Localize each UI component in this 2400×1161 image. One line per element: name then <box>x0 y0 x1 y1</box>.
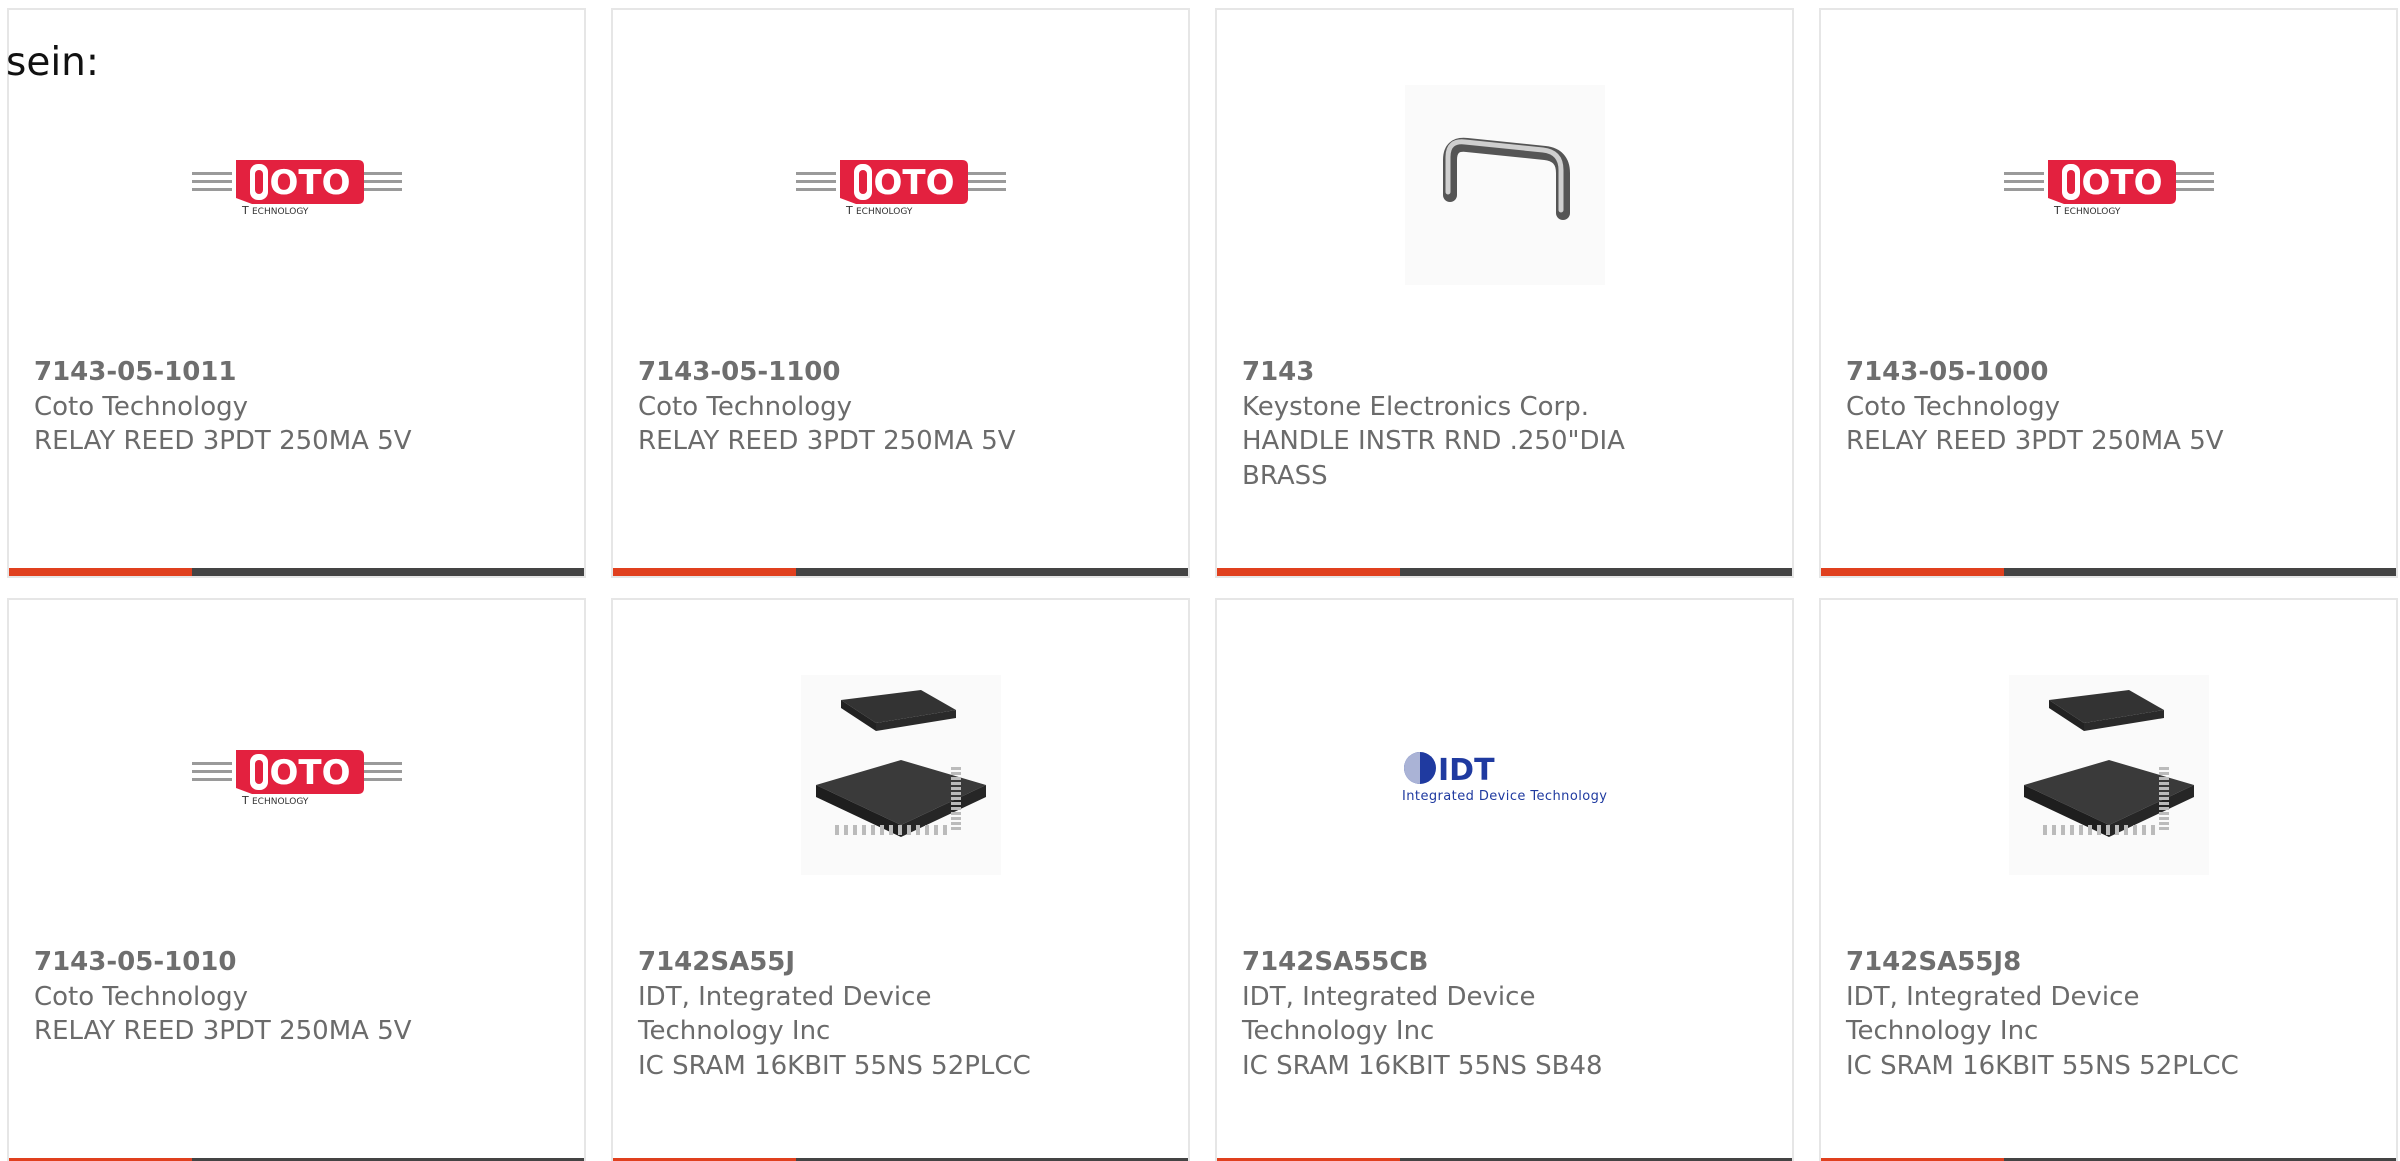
plcc-chip-photo <box>2008 675 2209 875</box>
description: RELAY REED 3PDT 250MA 5V <box>1846 426 2224 456</box>
product-info: 7143-05-1011 Coto Technology RELAY REED … <box>34 355 454 459</box>
product-info: 7142SA55CB IDT, Integrated Device Techno… <box>1242 945 1662 1083</box>
description: HANDLE INSTR RND .250"DIA BRASS <box>1242 426 1625 491</box>
part-number[interactable]: 7143-05-1100 <box>638 355 1058 390</box>
product-card[interactable]: OTO T ECHNOLOGY 7143-05-1100 Coto Techno… <box>611 8 1190 578</box>
description: IC SRAM 16KBIT 55NS 52PLCC <box>1846 1050 2239 1081</box>
part-number[interactable]: 7142SA55J8 <box>1846 945 2266 980</box>
part-number[interactable]: 7142SA55CB <box>1242 945 1662 980</box>
description: IC SRAM 16KBIT 55NS SB48 <box>1242 1050 1603 1081</box>
product-info: 7143-05-1000 Coto Technology RELAY REED … <box>1846 355 2266 459</box>
manufacturer: Keystone Electronics Corp. <box>1242 391 1590 422</box>
svg-text:OTO: OTO <box>2081 163 2162 203</box>
product-image <box>613 665 1188 885</box>
product-image: OTO T ECHNOLOGY <box>9 665 584 885</box>
product-card[interactable]: IDT Integrated Device Technology 7142SA5… <box>1215 598 1794 1161</box>
manufacturer: Coto Technology <box>34 981 249 1012</box>
product-info: 7142SA55J IDT, Integrated Device Technol… <box>638 945 1058 1083</box>
manufacturer: Coto Technology <box>638 391 853 422</box>
product-card[interactable]: 7143 Keystone Electronics Corp. HANDLE I… <box>1215 8 1794 578</box>
instrument-handle-photo <box>1404 85 1605 285</box>
product-info: 7143 Keystone Electronics Corp. HANDLE I… <box>1242 355 1662 493</box>
description: RELAY REED 3PDT 250MA 5V <box>34 1016 412 1046</box>
coto-technology-logo: OTO T ECHNOLOGY <box>795 150 1006 220</box>
product-card[interactable]: 7142SA55J8 IDT, Integrated Device Techno… <box>1819 598 2398 1161</box>
svg-text:T: T <box>241 794 249 807</box>
product-card[interactable]: OTO T ECHNOLOGY 7143-05-1000 Coto Techno… <box>1819 8 2398 578</box>
description: RELAY REED 3PDT 250MA 5V <box>638 426 1016 456</box>
card-footer-bar <box>1217 568 1792 576</box>
product-image: OTO T ECHNOLOGY <box>1821 75 2396 295</box>
manufacturer: Coto Technology <box>1846 391 2061 422</box>
svg-text:ECHNOLOGY: ECHNOLOGY <box>252 207 309 217</box>
coto-technology-logo: OTO T ECHNOLOGY <box>191 150 402 220</box>
product-info: 7142SA55J8 IDT, Integrated Device Techno… <box>1846 945 2266 1083</box>
card-footer-bar <box>1821 568 2396 576</box>
product-card[interactable]: OTO T ECHNOLOGY 7143-05-1010 Coto Techno… <box>7 598 586 1161</box>
part-number[interactable]: 7143 <box>1242 355 1662 390</box>
product-card[interactable]: OTO T ECHNOLOGY 7143-05-1011 Coto Techno… <box>7 8 586 578</box>
svg-text:ECHNOLOGY: ECHNOLOGY <box>252 797 309 807</box>
card-footer-accent <box>1217 568 1400 576</box>
product-grid-page: sein: OTO T ECHNOLOGY 7143-05-1011 Coto … <box>0 0 2400 1161</box>
svg-text:OTO: OTO <box>873 163 954 203</box>
card-footer-accent <box>1821 568 2004 576</box>
svg-text:ECHNOLOGY: ECHNOLOGY <box>856 207 913 217</box>
svg-text:ECHNOLOGY: ECHNOLOGY <box>2064 207 2121 217</box>
product-image <box>1821 665 2396 885</box>
part-number[interactable]: 7143-05-1000 <box>1846 355 2266 390</box>
coto-technology-logo: OTO T ECHNOLOGY <box>191 740 402 810</box>
card-footer-bar <box>9 568 584 576</box>
product-info: 7143-05-1010 Coto Technology RELAY REED … <box>34 945 454 1049</box>
intro-text: sein: <box>6 40 100 85</box>
product-image: IDT Integrated Device Technology <box>1217 665 1792 885</box>
svg-text:T: T <box>2053 204 2061 217</box>
svg-text:OTO: OTO <box>269 753 350 793</box>
part-number[interactable]: 7143-05-1011 <box>34 355 454 390</box>
product-info: 7143-05-1100 Coto Technology RELAY REED … <box>638 355 1058 459</box>
idt-logo: IDT Integrated Device Technology <box>1400 740 1610 810</box>
product-image: OTO T ECHNOLOGY <box>613 75 1188 295</box>
plcc-chip-photo <box>800 675 1001 875</box>
svg-text:OTO: OTO <box>269 163 350 203</box>
manufacturer: IDT, Integrated Device Technology Inc <box>638 981 932 1047</box>
part-number[interactable]: 7142SA55J <box>638 945 1058 980</box>
card-footer-accent <box>613 568 796 576</box>
manufacturer: IDT, Integrated Device Technology Inc <box>1846 981 2140 1047</box>
card-footer-bar <box>613 568 1188 576</box>
svg-text:T: T <box>241 204 249 217</box>
manufacturer: Coto Technology <box>34 391 249 422</box>
product-image: OTO T ECHNOLOGY <box>9 75 584 295</box>
description: RELAY REED 3PDT 250MA 5V <box>34 426 412 456</box>
svg-text:IDT: IDT <box>1438 753 1495 788</box>
svg-text:Integrated Device Technology: Integrated Device Technology <box>1402 789 1607 804</box>
description: IC SRAM 16KBIT 55NS 52PLCC <box>638 1050 1031 1081</box>
card-footer-accent <box>9 568 192 576</box>
product-image <box>1217 75 1792 295</box>
coto-technology-logo: OTO T ECHNOLOGY <box>2003 150 2214 220</box>
svg-text:T: T <box>845 204 853 217</box>
product-card[interactable]: 7142SA55J IDT, Integrated Device Technol… <box>611 598 1190 1161</box>
manufacturer: IDT, Integrated Device Technology Inc <box>1242 981 1536 1047</box>
part-number[interactable]: 7143-05-1010 <box>34 945 454 980</box>
